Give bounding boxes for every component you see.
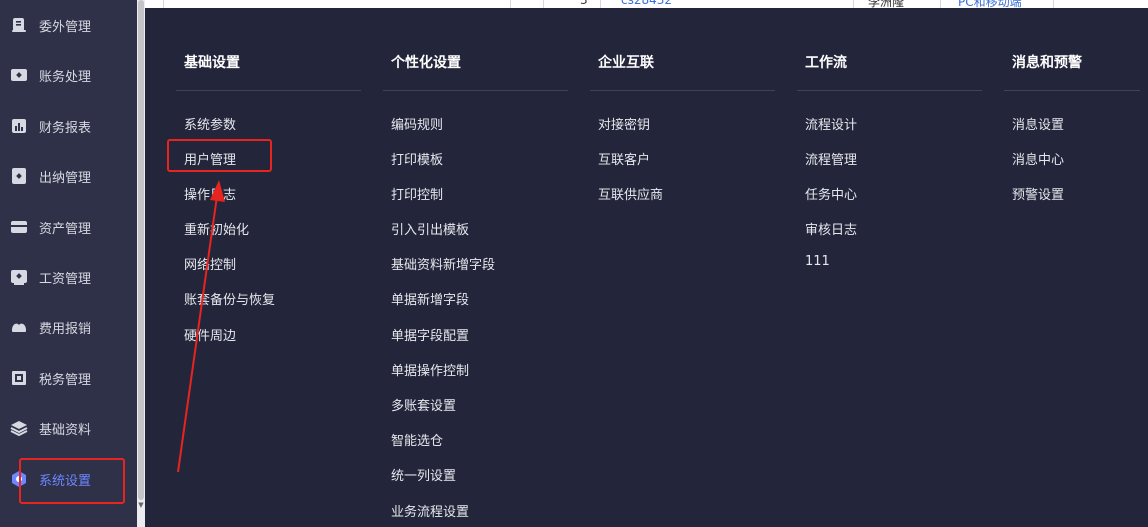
annotation-arrow-icon — [177, 180, 225, 473]
